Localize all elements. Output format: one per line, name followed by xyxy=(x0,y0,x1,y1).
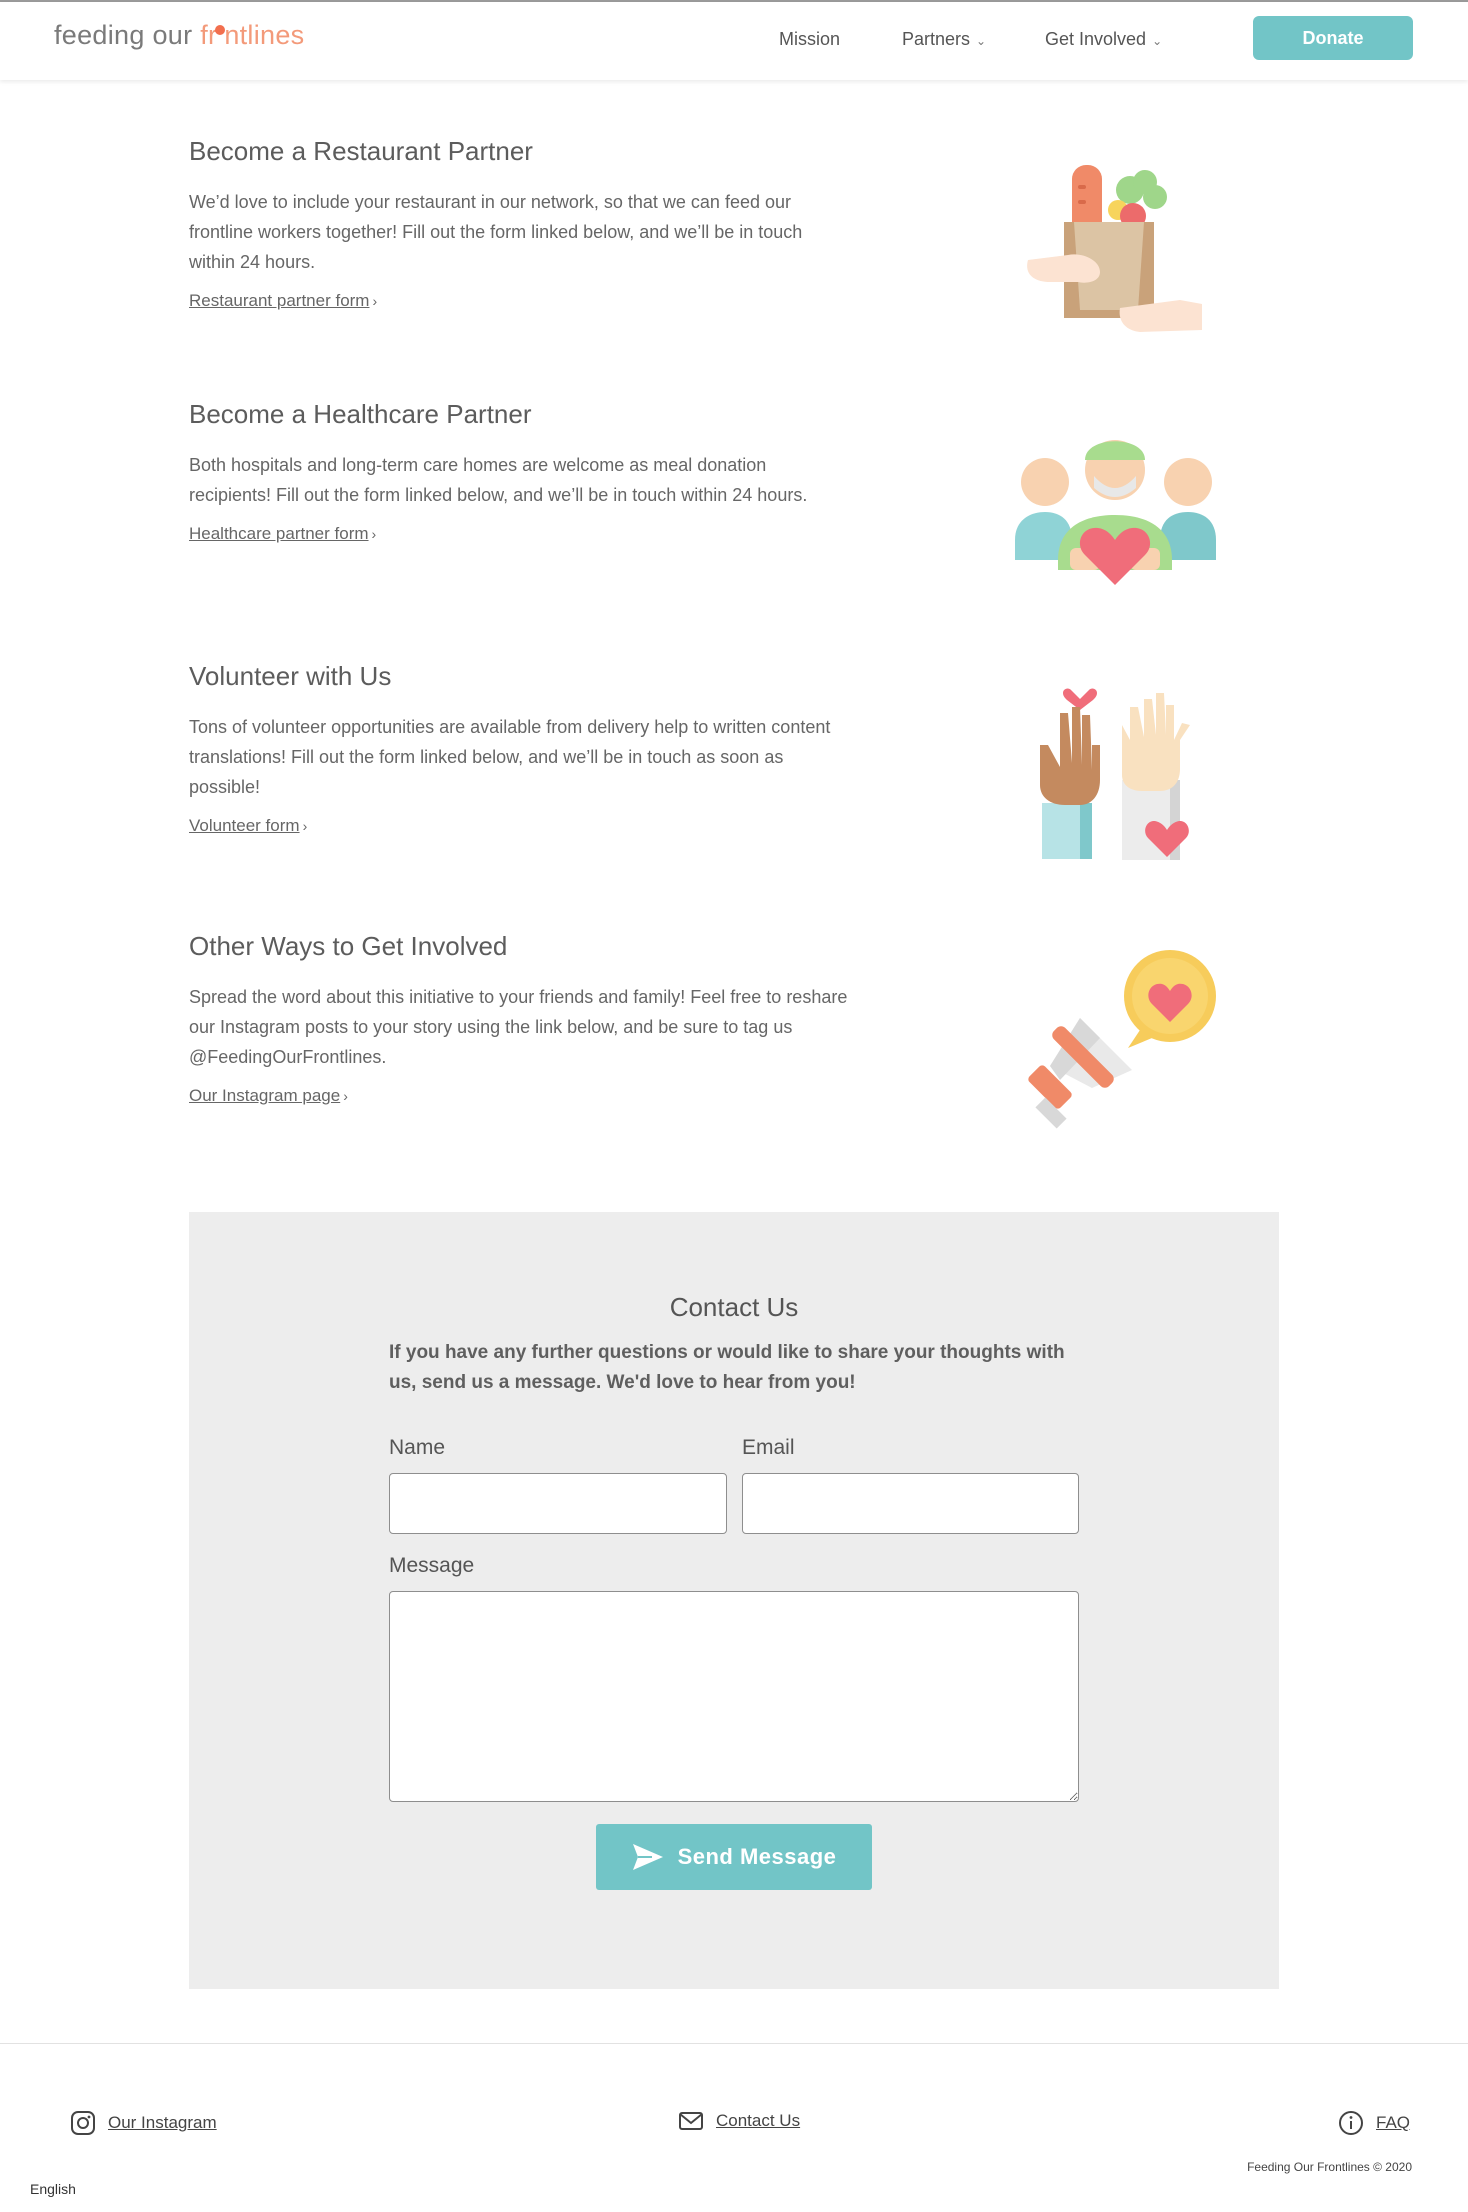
name-field[interactable] xyxy=(389,1473,727,1534)
nav-mission-label: Mission xyxy=(779,29,841,49)
footer-instagram-link[interactable]: Our Instagram xyxy=(70,2110,217,2136)
info-icon xyxy=(1339,2111,1363,2135)
other-ways-section: Other Ways to Get Involved Spread the wo… xyxy=(189,931,849,1106)
instagram-page-link[interactable]: Our Instagram page › xyxy=(189,1086,348,1106)
chevron-right-icon: › xyxy=(302,818,308,834)
nav-partners-label: Partners xyxy=(902,29,971,49)
instagram-icon xyxy=(71,2111,95,2135)
restaurant-partner-form-link[interactable]: Restaurant partner form › xyxy=(189,291,377,311)
section-body: Spread the word about this initiative to… xyxy=(189,987,848,1067)
section-title: Other Ways to Get Involved xyxy=(189,931,508,961)
name-label: Name xyxy=(389,1436,446,1459)
section-title: Volunteer with Us xyxy=(189,661,392,691)
language-selector[interactable]: English xyxy=(30,2181,76,2197)
site-logo[interactable]: feeding our fr ntlines xyxy=(54,20,304,51)
section-title: Become a Healthcare Partner xyxy=(189,399,532,429)
contact-form-section: Contact Us If you have any further quest… xyxy=(189,1212,1279,1989)
chevron-down-icon: ⌄ xyxy=(976,34,987,48)
footer-contact-label: Contact Us xyxy=(716,2111,801,2130)
email-label: Email xyxy=(742,1436,795,1459)
megaphone-heart-icon xyxy=(1028,950,1216,1129)
volunteer-form-link[interactable]: Volunteer form › xyxy=(189,816,307,836)
section-body: We’d love to include your restaurant in … xyxy=(189,192,803,272)
volunteer-section: Volunteer with Us Tons of volunteer oppo… xyxy=(189,661,849,836)
logo-text-part2b: ntlines xyxy=(224,20,305,50)
message-textarea[interactable] xyxy=(389,1591,1079,1802)
link-label: Our Instagram page xyxy=(189,1086,341,1105)
send-message-button[interactable]: Send Message xyxy=(596,1824,872,1890)
restaurant-partner-section: Become a Restaurant Partner We’d love to… xyxy=(189,136,849,311)
send-icon xyxy=(632,1844,663,1870)
nav-get-involved[interactable]: Get Involved ⌄ xyxy=(1045,29,1162,50)
contact-title: Contact Us xyxy=(669,1292,799,1322)
footer-faq-label: FAQ xyxy=(1376,2113,1411,2132)
section-body: Tons of volunteer opportunities are avai… xyxy=(189,717,831,797)
healthcare-partner-form-link[interactable]: Healthcare partner form › xyxy=(189,524,376,544)
link-label: Restaurant partner form xyxy=(189,291,370,310)
nav-get-involved-label: Get Involved xyxy=(1045,29,1147,49)
chevron-right-icon: › xyxy=(343,1088,348,1104)
link-label: Healthcare partner form xyxy=(189,524,369,543)
mail-icon xyxy=(679,2112,703,2130)
message-label: Message xyxy=(389,1554,475,1577)
site-header: feeding our fr ntlines Mission Partners ⌄ … xyxy=(0,2,1468,80)
chevron-right-icon: › xyxy=(371,526,377,542)
nav-mission[interactable]: Mission xyxy=(779,29,840,50)
grocery-bag-hands-icon xyxy=(1027,165,1202,332)
section-title: Become a Restaurant Partner xyxy=(189,136,533,166)
section-body: Both hospitals and long-term care homes … xyxy=(189,455,808,505)
contact-intro: If you have any further questions or wou… xyxy=(389,1342,1065,1393)
copyright-text: Feeding Our Frontlines © 2020 xyxy=(1247,2160,1412,2174)
raised-hands-hearts-icon xyxy=(1040,688,1190,860)
chevron-down-icon: ⌄ xyxy=(1152,34,1163,48)
email-field[interactable] xyxy=(742,1473,1079,1534)
footer-instagram-label: Our Instagram xyxy=(108,2113,217,2132)
nav-partners[interactable]: Partners ⌄ xyxy=(902,29,986,50)
footer-faq-link[interactable]: FAQ xyxy=(1338,2110,1410,2136)
donate-button[interactable]: Donate xyxy=(1253,16,1413,60)
healthcare-workers-heart-icon xyxy=(1015,440,1216,585)
chevron-right-icon: › xyxy=(372,293,378,309)
healthcare-partner-section: Become a Healthcare Partner Both hospita… xyxy=(189,399,849,544)
footer-contact-link[interactable]: Contact Us xyxy=(678,2110,800,2132)
logo-text-part1: feeding our xyxy=(54,20,201,50)
link-label: Volunteer form xyxy=(189,816,300,835)
send-message-label: Send Message xyxy=(677,1844,837,1869)
site-footer: Our Instagram Contact Us FAQ Feeding Our… xyxy=(0,2043,1468,2212)
logo-text-part2a: fr xyxy=(200,20,218,50)
